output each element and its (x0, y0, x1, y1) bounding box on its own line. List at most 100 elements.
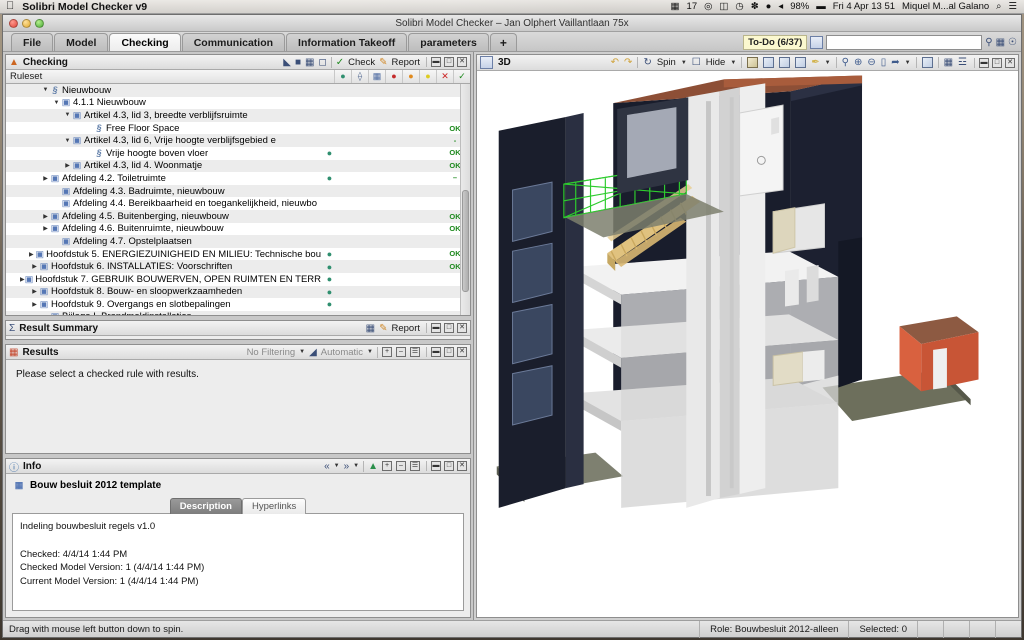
column-table-icon[interactable]: ▦ (368, 70, 385, 83)
search-input[interactable] (826, 35, 983, 50)
check-icon[interactable]: ✓ (336, 57, 344, 68)
chevron-right-icon[interactable]: ▶ (30, 288, 39, 295)
chevron-down-icon[interactable]: ▼ (299, 349, 305, 355)
chevron-right-icon[interactable]: ▶ (30, 263, 39, 270)
collapse-all-button[interactable]: – (396, 461, 406, 471)
chevron-down-icon[interactable]: ▼ (730, 60, 736, 66)
row-globe-icon[interactable]: ● (321, 148, 338, 158)
table-row[interactable]: ▶ ▣ Afdeling 4.5. Buitenberging, nieuwbouw… (6, 209, 470, 223)
back-menu-chevron-icon[interactable]: ▼ (334, 463, 340, 469)
forward-icon[interactable]: » (344, 461, 350, 472)
minimize-panel-button[interactable]: ▬ (979, 57, 989, 68)
chevron-right-icon[interactable]: ▶ (27, 251, 35, 258)
clock-history-icon[interactable]: ◷ (735, 1, 743, 12)
maximize-panel-button[interactable]: □ (992, 57, 1002, 68)
table-row[interactable]: § Free Floor Space OK (6, 122, 470, 135)
chevron-down-icon[interactable]: ▼ (905, 60, 911, 66)
zoom-in-icon[interactable]: ⊕ (854, 57, 862, 68)
table-row[interactable]: ▣Bijlage I. Brandmeldinstallaties● (6, 310, 470, 315)
grouping-icon[interactable]: ◢ (309, 347, 317, 358)
table-row[interactable]: ▶ ▣ Afdeling 4.6. Buitenruimte, nieuwbouw … (6, 223, 470, 236)
notification-center-icon[interactable]: ☰ (1008, 1, 1017, 12)
result-summary-report-button[interactable]: Report (391, 323, 420, 334)
chevron-down-icon[interactable]: ▼ (52, 100, 61, 106)
tab-hyperlinks[interactable]: Hyperlinks (241, 498, 307, 514)
tab-information-takeoff[interactable]: Information Takeoff (286, 33, 408, 51)
chevron-down-icon[interactable]: ▼ (63, 138, 72, 144)
ruleset-tree[interactable]: ▼ § Nieuwbouw ▼ ▣ 4.1.1 Nieuwbouw ▼ ▣ Artikel … (6, 84, 470, 315)
section-icon[interactable]: ▦ (944, 57, 953, 68)
table-row[interactable]: ▣ Afdeling 4.7. Opstelplaatsen (6, 235, 470, 248)
undo-icon[interactable]: ↶ (611, 57, 619, 68)
measure-icon[interactable]: ➦ (891, 57, 899, 68)
chart-icon[interactable]: ▦ (366, 323, 375, 334)
column-critical-icon[interactable]: ● (385, 70, 402, 83)
close-panel-button[interactable]: ✕ (1005, 57, 1015, 68)
report-icon[interactable]: ✎ (379, 323, 387, 334)
expand-all-button[interactable]: + (382, 461, 392, 471)
close-panel-button[interactable]: ✕ (457, 57, 467, 67)
apple-menu-icon[interactable]:  (6, 1, 14, 12)
column-moderate-icon[interactable]: ● (402, 70, 419, 83)
table-row[interactable]: ▼ ▣ 4.1.1 Nieuwbouw (6, 97, 470, 110)
wifi-icon[interactable]: ● (766, 1, 772, 12)
transparent-cube-icon[interactable] (795, 57, 807, 68)
hide-button[interactable]: Hide (706, 57, 726, 68)
row-globe-icon[interactable]: ● (321, 312, 338, 315)
close-panel-button[interactable]: ✕ (457, 461, 467, 471)
save-icon[interactable]: ▦ (996, 37, 1005, 48)
report-button[interactable]: Report (391, 57, 420, 68)
minimize-panel-button[interactable]: ▬ (431, 323, 441, 333)
spin-icon[interactable]: ↻ (643, 57, 651, 68)
save-icon[interactable]: ▦ (305, 57, 314, 68)
chevron-right-icon[interactable]: ▶ (41, 225, 50, 232)
menubar-username[interactable]: Miquel M...al Galano (902, 1, 989, 12)
fit-columns-button[interactable]: ☰ (410, 461, 420, 471)
table-row[interactable]: ▶ ▣ Afdeling 4.2. Toiletruimte ● – (6, 172, 470, 185)
fit-columns-button[interactable]: ☰ (410, 347, 420, 357)
battery-warning-icon[interactable]: ◫ (719, 1, 728, 12)
view-3d-canvas[interactable] (477, 71, 1018, 617)
close-panel-button[interactable]: ✕ (457, 323, 467, 333)
todo-badge[interactable]: To-Do (6/37) (743, 35, 808, 50)
spotlight-search-icon[interactable]: ⌕ (996, 1, 1001, 12)
open-icon[interactable]: ◣ (283, 57, 291, 68)
zoom-area-icon[interactable]: ▯ (881, 57, 887, 68)
tab-add-button[interactable]: + (489, 33, 517, 51)
close-panel-button[interactable]: ✕ (457, 347, 467, 357)
tab-checking[interactable]: Checking (109, 33, 181, 51)
minimize-panel-button[interactable]: ▬ (431, 461, 441, 471)
chevron-down-icon[interactable]: ▼ (681, 60, 687, 66)
paint-icon[interactable]: ✒ (811, 57, 819, 68)
row-globe-icon[interactable]: ● (321, 262, 338, 272)
table-row[interactable]: ▶ ▣ Hoofdstuk 5. ENERGIEZUINIGHEID EN MILI… (6, 248, 470, 261)
tree-scrollbar-thumb[interactable] (462, 190, 469, 292)
report-icon[interactable]: ✎ (379, 57, 387, 68)
check-button[interactable]: Check (348, 57, 375, 68)
maximize-panel-button[interactable]: □ (444, 323, 454, 333)
zoom-out-icon[interactable]: ⊖ (867, 57, 875, 68)
wireframe-cube-icon[interactable] (763, 57, 775, 68)
table-row[interactable]: § Vrije hoogte boven vloer ● OK (6, 147, 470, 160)
hidden-line-cube-icon[interactable] (779, 57, 791, 68)
spin-button[interactable]: Spin (657, 57, 676, 68)
minimize-panel-button[interactable]: ▬ (431, 347, 441, 357)
chevron-down-icon[interactable]: ▼ (825, 60, 831, 66)
forward-menu-chevron-icon[interactable]: ▼ (353, 463, 359, 469)
chevron-right-icon[interactable]: ▶ (30, 301, 39, 308)
table-row[interactable]: ▶ ▣ Hoofdstuk 8. Bouw- en sloopwerkzaamhed… (6, 285, 470, 299)
redo-icon[interactable]: ↷ (624, 57, 632, 68)
tab-parameters[interactable]: parameters (408, 33, 489, 51)
activity-indicator-icon[interactable]: ▦ (671, 1, 680, 12)
back-icon[interactable]: « (324, 461, 330, 472)
row-globe-icon[interactable]: ● (321, 299, 338, 309)
chevron-right-icon[interactable]: ▶ (41, 175, 50, 182)
help-icon[interactable]: ☉ (1008, 37, 1017, 48)
table-row[interactable]: ▶ ▣ Hoofdstuk 6. INSTALLATIES: Voorschrift… (6, 260, 470, 273)
column-wrench-icon[interactable]: ⟠ (351, 70, 368, 83)
row-globe-icon[interactable]: ● (321, 287, 338, 297)
chevron-down-icon[interactable]: ▼ (63, 112, 72, 118)
table-row[interactable]: ▶ ▣ Hoofdstuk 9. Overgangs en slotbepaling… (6, 298, 470, 311)
minimize-panel-button[interactable]: ▬ (431, 57, 441, 67)
info-item-row[interactable]: ▦ Bouw besluit 2012 template (12, 478, 464, 497)
